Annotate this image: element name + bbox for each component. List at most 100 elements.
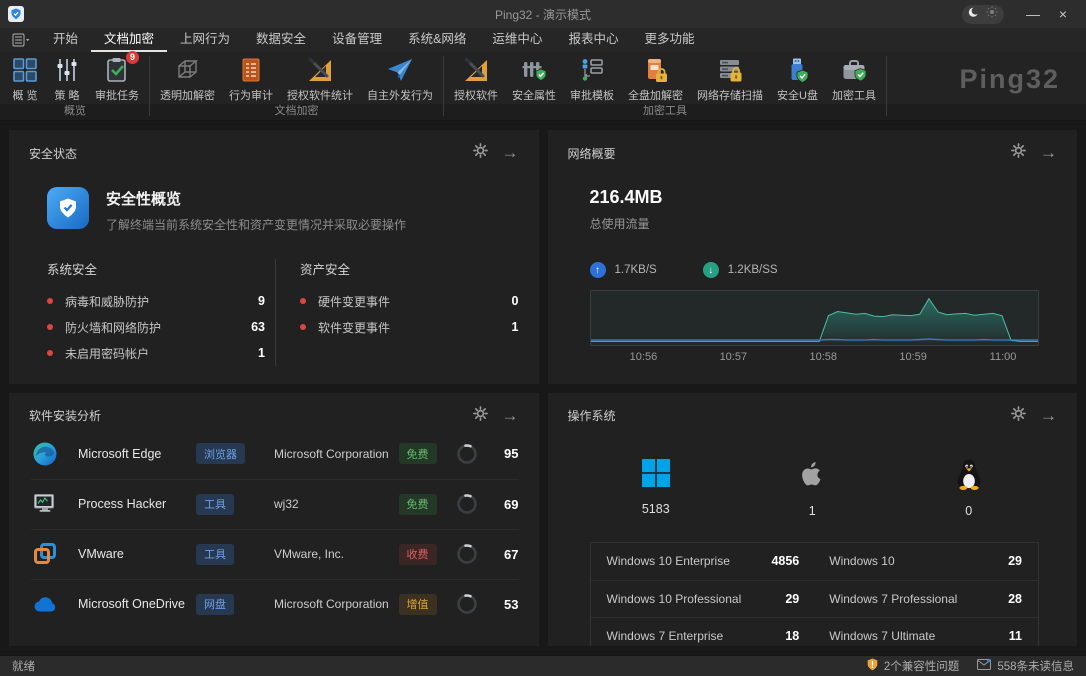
gear-icon[interactable]	[1011, 143, 1026, 163]
open-panel-arrow-icon[interactable]: →	[1040, 146, 1057, 160]
ribbon-separator	[886, 56, 887, 116]
minimize-button[interactable]: —	[1018, 0, 1048, 28]
os-version-label: Windows 10 Enterprise	[607, 554, 744, 568]
close-button[interactable]: ×	[1048, 0, 1078, 28]
tab-document-encryption[interactable]: 文档加密	[91, 28, 167, 52]
network-traffic-chart	[590, 290, 1040, 346]
ribbon-item-label: 审批任务	[95, 87, 139, 103]
theme-toggle[interactable]	[962, 5, 1004, 24]
upload-rate: ↑ 1.7KB/S	[590, 262, 657, 278]
ribbon-item-authorized-software-stats[interactable]: 授权软件统计	[280, 53, 360, 103]
section-title: 资产安全	[300, 259, 519, 278]
tab-device-management[interactable]: 设备管理	[319, 28, 395, 52]
os-table-row: Windows 7 Enterprise 18 Windows 7 Ultima…	[591, 617, 1039, 647]
org-template-icon	[578, 55, 606, 85]
alert-dot-icon	[47, 324, 53, 330]
app-logo-icon	[8, 6, 24, 22]
ribbon-item-secure-usb[interactable]: 安全U盘	[770, 53, 825, 103]
metric-label: 防火墙和网络防护	[65, 319, 251, 336]
software-name: VMware	[78, 547, 196, 561]
ribbon-item-overview[interactable]: 概 览	[4, 53, 46, 103]
shield-check-icon	[47, 187, 89, 229]
dark-mode-moon-icon[interactable]	[968, 5, 980, 23]
software-vendor: Microsoft Corporation	[274, 447, 399, 461]
open-panel-arrow-icon[interactable]: →	[502, 409, 519, 423]
file-menu-icon[interactable]	[12, 33, 30, 47]
metric-value: 1	[258, 346, 265, 360]
ribbon-item-policy[interactable]: 策 略	[46, 53, 88, 103]
open-panel-arrow-icon[interactable]: →	[1040, 409, 1057, 423]
tab-start[interactable]: 开始	[40, 28, 91, 52]
ribbon-item-approval-template[interactable]: 审批模板	[563, 53, 621, 103]
software-vendor: Microsoft Corporation	[274, 597, 399, 611]
brand-watermark: Ping32	[959, 64, 1060, 95]
price-badge: 免费	[399, 494, 437, 515]
compatibility-issues[interactable]: 2个兼容性问题	[867, 658, 959, 674]
metric-label: 硬件变更事件	[318, 293, 512, 310]
ribbon-item-outgoing-behavior[interactable]: 自主外发行为	[360, 53, 440, 103]
os-version-label: Windows 7 Ultimate	[829, 629, 966, 643]
ribbon-item-fulldisk-encryption[interactable]: 全盘加解密	[621, 53, 690, 103]
tab-data-security[interactable]: 数据安全	[243, 28, 319, 52]
software-row[interactable]: Process Hacker 工具 wj32 免费 69	[31, 479, 519, 529]
panel-network-overview: 网络概要 → 216.4MB 总使用流量 ↑ 1.7KB/S ↓ 1.2KB/S…	[548, 130, 1078, 384]
software-vendor: wj32	[274, 497, 399, 511]
ribbon-item-approval-tasks[interactable]: 9 审批任务	[88, 53, 146, 103]
software-row[interactable]: Microsoft OneDrive 网盘 Microsoft Corporat…	[31, 579, 519, 629]
tab-internet-behavior[interactable]: 上网行为	[167, 28, 243, 52]
ribbon-item-authorized-software[interactable]: 授权软件	[447, 53, 505, 103]
security-metric-row[interactable]: 未启用密码帐户 1	[47, 340, 265, 366]
gear-icon[interactable]	[473, 406, 488, 426]
price-badge: 收费	[399, 544, 437, 565]
tab-ops-center[interactable]: 运维中心	[479, 28, 555, 52]
paper-plane-icon	[386, 55, 414, 85]
ribbon-item-security-attributes[interactable]: 安全属性	[505, 53, 563, 103]
linux-tux-icon	[955, 458, 983, 495]
software-name: Process Hacker	[78, 497, 196, 511]
panel-title: 网络概要	[568, 145, 1012, 162]
time-tick: 10:58	[809, 351, 837, 363]
tab-more-features[interactable]: 更多功能	[631, 28, 707, 52]
gear-icon[interactable]	[1011, 406, 1026, 426]
software-score: 95	[485, 446, 519, 461]
tab-system-network[interactable]: 系统&网络	[395, 28, 479, 52]
title-bar: Ping32 - 演示模式 — ×	[0, 0, 1086, 28]
panel-software-analysis: 软件安装分析 → Microsoft Edge 浏览器 Microsoft Co…	[9, 393, 539, 647]
status-ready: 就绪	[12, 658, 849, 674]
metric-label: 软件变更事件	[318, 319, 512, 336]
process-hacker-icon	[31, 491, 58, 518]
alert-dot-icon	[47, 350, 53, 356]
software-score: 69	[485, 497, 519, 512]
upload-arrow-icon: ↑	[590, 262, 606, 278]
alert-dot-icon	[300, 298, 306, 304]
ribbon-item-label: 授权软件统计	[287, 87, 353, 103]
open-panel-arrow-icon[interactable]: →	[502, 146, 519, 160]
chart-time-axis: 10:56 10:57 10:58 10:59 11:00	[590, 351, 1040, 365]
ribbon: 概 览 策 略 9 审批任务 概览	[0, 52, 1086, 121]
security-overview-hero: 安全性概览 了解终端当前系统安全性和资产变更情况并采取必要操作	[47, 187, 519, 233]
panel-title: 操作系统	[568, 407, 1012, 424]
ribbon-item-network-storage-scan[interactable]: 网络存储扫描	[690, 53, 770, 103]
software-row[interactable]: Microsoft Edge 浏览器 Microsoft Corporation…	[31, 429, 519, 479]
tab-report-center[interactable]: 报表中心	[555, 28, 631, 52]
light-mode-sun-icon[interactable]	[986, 5, 998, 23]
gear-icon[interactable]	[473, 143, 488, 163]
security-metric-row[interactable]: 防火墙和网络防护 63	[47, 314, 265, 340]
os-version-count: 4856	[743, 554, 799, 568]
ribbon-item-label: 概 览	[12, 87, 37, 103]
security-metric-row[interactable]: 硬件变更事件 0	[300, 288, 519, 314]
ribbon-item-encryption-tools[interactable]: 加密工具	[825, 53, 883, 103]
software-row[interactable]: VMware 工具 VMware, Inc. 收费 67	[31, 529, 519, 579]
ribbon-item-label: 安全属性	[512, 87, 556, 103]
category-badge: 浏览器	[196, 443, 245, 464]
ribbon-item-transparent-encryption[interactable]: 透明加解密	[153, 53, 222, 103]
ribbon-item-label: 自主外发行为	[367, 87, 433, 103]
os-version-label: Windows 7 Enterprise	[607, 629, 744, 643]
security-metric-row[interactable]: 软件变更事件 1	[300, 314, 519, 340]
time-tick: 10:56	[630, 351, 658, 363]
section-title: 系统安全	[47, 259, 265, 278]
vmware-icon	[31, 541, 58, 568]
unread-messages[interactable]: 558条未读信息	[977, 658, 1074, 674]
security-metric-row[interactable]: 病毒和威胁防护 9	[47, 288, 265, 314]
ribbon-item-behavior-audit[interactable]: 行为审计	[222, 53, 280, 103]
